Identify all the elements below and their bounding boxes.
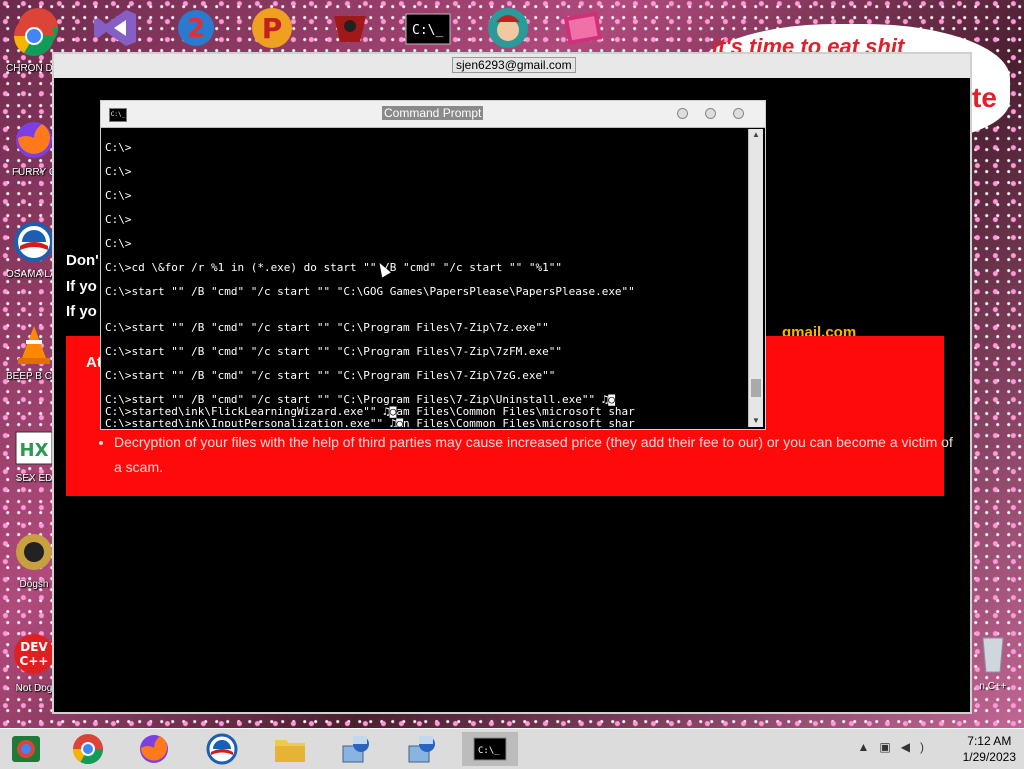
cmd-line: C:\>started\ink\InputPersonalization.exe… bbox=[105, 417, 635, 427]
taskbar-file-explorer[interactable] bbox=[270, 732, 310, 766]
cmd-app-icon: C:\_ bbox=[109, 108, 127, 122]
chevron-up-icon[interactable]: ▲ bbox=[858, 740, 880, 754]
svg-text:C++: C++ bbox=[20, 654, 49, 668]
number-two-icon: 2 bbox=[178, 10, 214, 46]
game-shield-icon bbox=[334, 16, 366, 42]
cmd-titlebar[interactable]: C:\_ Command Prompt bbox=[101, 101, 765, 128]
firefox-icon bbox=[16, 122, 52, 158]
scroll-up-icon[interactable]: ▲ bbox=[750, 129, 762, 141]
taskbar-obama[interactable] bbox=[202, 732, 242, 766]
obama-logo-icon bbox=[206, 733, 238, 765]
taskbar-firefox[interactable] bbox=[134, 732, 174, 766]
minimize-button[interactable] bbox=[677, 108, 688, 119]
attention-bullet-list: Decryption of your files with the help o… bbox=[94, 430, 954, 480]
dog-icon bbox=[16, 534, 52, 570]
taskbar-installer-2[interactable] bbox=[402, 732, 442, 766]
scroll-down-icon[interactable]: ▼ bbox=[750, 415, 762, 427]
svg-text:C:\_: C:\_ bbox=[478, 746, 500, 756]
devcpp-icon: DEV C++ bbox=[14, 634, 54, 674]
cmd-line: C:\>start "" /B "cmd" "/c start "" "C:\P… bbox=[105, 321, 549, 334]
desktop-icon-recycle[interactable]: n C++ bbox=[968, 632, 1018, 692]
top-icon-cmd[interactable]: C:\_ bbox=[404, 6, 452, 50]
cmd-line: C:\> bbox=[105, 165, 132, 178]
cmd-line: C:\>start "" /B "cmd" "/c start "" "C:\P… bbox=[105, 369, 556, 382]
cmd-icon: C:\_ bbox=[405, 13, 451, 45]
volume-icon[interactable]: ◀) bbox=[901, 740, 934, 754]
svg-text:DEV: DEV bbox=[20, 640, 48, 654]
svg-text:2: 2 bbox=[187, 14, 205, 44]
cmd-line: C:\>cd \&for /r %1 in (*.exe) do start "… bbox=[105, 261, 562, 274]
cmd-line: C:\>start "" /B "cmd" "/c start "" "C:\G… bbox=[105, 285, 635, 298]
cmd-icon: C:\_ bbox=[473, 737, 507, 761]
top-icon-avatar[interactable] bbox=[484, 6, 532, 50]
hex-icon: HX bbox=[15, 431, 53, 465]
clock[interactable]: 7:12 AM 1/29/2023 bbox=[963, 733, 1016, 765]
media-player-icon bbox=[563, 11, 603, 45]
attention-bullet: Decryption of your files with the help o… bbox=[114, 430, 954, 480]
cmd-output[interactable]: C:\> C:\> C:\> C:\> C:\> C:\>cd \&for /r… bbox=[105, 131, 745, 427]
desktop-icon-label: n C++ bbox=[979, 681, 1007, 692]
ransom-titlebar[interactable]: sjen6293@gmail.com bbox=[54, 54, 970, 78]
taskbar-installer-1[interactable] bbox=[336, 732, 376, 766]
cmd-scrollbar[interactable]: ▲ ▼ bbox=[748, 129, 763, 427]
installer-icon bbox=[408, 736, 435, 763]
network-icon[interactable]: ▣ bbox=[879, 740, 900, 754]
cmd-line: C:\> bbox=[105, 237, 132, 250]
svg-text:P: P bbox=[262, 12, 283, 45]
top-icon-p[interactable]: P bbox=[248, 6, 296, 50]
cmd-window-title: Command Prompt bbox=[382, 106, 484, 120]
chrome-icon bbox=[14, 16, 54, 56]
ransom-scrollbar[interactable] bbox=[954, 82, 968, 708]
maximize-button[interactable] bbox=[705, 108, 716, 119]
cmd-line: C:\> bbox=[105, 141, 132, 154]
character-avatar-icon bbox=[488, 8, 528, 48]
speech-bubble-text-2: te bbox=[972, 82, 997, 113]
close-button[interactable] bbox=[733, 108, 744, 119]
visual-studio-icon bbox=[94, 10, 136, 46]
svg-text:HX: HX bbox=[20, 440, 49, 461]
clock-time: 7:12 AM bbox=[967, 734, 1012, 748]
cmd-line: C:\> bbox=[105, 189, 132, 202]
cmd-line: C:\> bbox=[105, 213, 132, 226]
chrome-scan-icon bbox=[12, 736, 40, 762]
clock-date: 1/29/2023 bbox=[962, 750, 1016, 764]
taskbar-chrome-scan[interactable] bbox=[6, 732, 46, 766]
ransom-text-line: If yo bbox=[66, 278, 97, 295]
vlc-cone-icon bbox=[18, 326, 50, 364]
recycle-bin-icon bbox=[982, 637, 1004, 673]
taskbar-chrome[interactable] bbox=[68, 732, 108, 766]
cmd-line: C:\>start "" /B "cmd" "/c start "" "C:\P… bbox=[105, 345, 562, 358]
chrome-icon bbox=[73, 734, 103, 765]
ransom-text-line: If yo bbox=[66, 303, 97, 320]
top-icon-visual-studio[interactable] bbox=[92, 6, 140, 50]
svg-text:C:\_: C:\_ bbox=[412, 23, 443, 38]
system-tray: ▲▣◀) bbox=[858, 740, 934, 754]
obama-logo-icon bbox=[14, 222, 54, 262]
taskbar: C:\_ ▲▣◀) 7:12 AM 1/29/2023 bbox=[0, 728, 1024, 769]
ransom-window-title: sjen6293@gmail.com bbox=[452, 57, 576, 73]
top-icon-media[interactable] bbox=[560, 6, 608, 50]
top-icon-game[interactable] bbox=[326, 6, 374, 50]
file-explorer-icon bbox=[275, 740, 305, 762]
top-icon-2[interactable]: 2 bbox=[172, 6, 220, 50]
ransom-text-line: Don' bbox=[66, 252, 99, 269]
firefox-icon bbox=[140, 735, 168, 763]
scroll-thumb[interactable] bbox=[751, 379, 761, 397]
command-prompt-window[interactable]: C:\_ Command Prompt C:\> C:\> C:\> C:\> … bbox=[100, 100, 766, 430]
p-logo-icon: P bbox=[252, 8, 292, 48]
taskbar-cmd[interactable]: C:\_ bbox=[462, 732, 518, 766]
installer-icon bbox=[342, 736, 369, 763]
